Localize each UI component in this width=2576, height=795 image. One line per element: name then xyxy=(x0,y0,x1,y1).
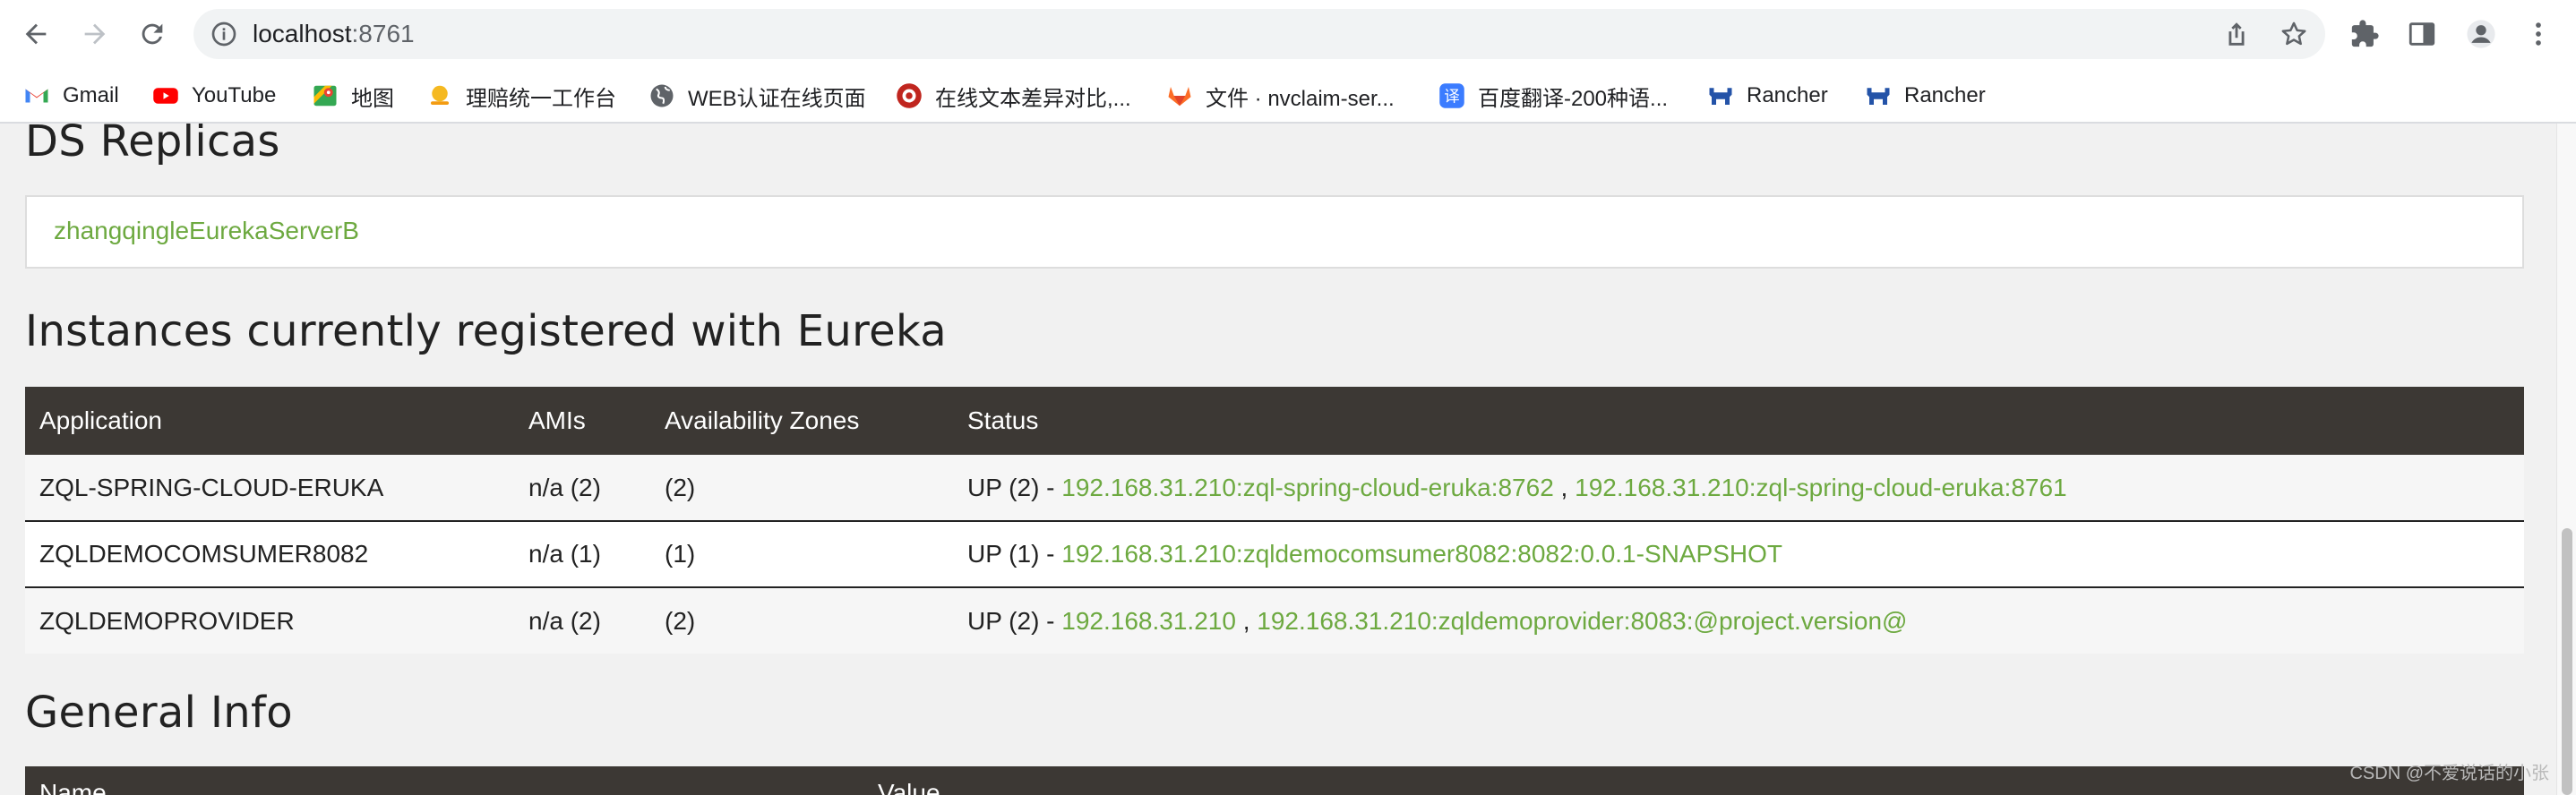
bookmark-rancher-1[interactable]: Rancher xyxy=(1707,75,1828,116)
ds-replicas-heading: DS Replicas xyxy=(25,124,280,167)
reload-icon xyxy=(142,23,163,45)
star-icon[interactable] xyxy=(2279,19,2309,49)
bookmark-text-diff[interactable]: 在线文本差异对比,... xyxy=(896,75,1131,116)
bookmark-workbench[interactable]: 理赔统一工作台 xyxy=(426,75,616,116)
amis-value: n/a (2) xyxy=(514,587,650,654)
diff-icon xyxy=(896,82,923,109)
status-cell: UP (2) - 192.168.31.210:zql-spring-cloud… xyxy=(953,455,2524,522)
side-panel-button[interactable] xyxy=(2399,11,2445,57)
app-name: ZQL-SPRING-CLOUD-ERUKA xyxy=(25,455,514,522)
scrollbar-thumb[interactable] xyxy=(2562,528,2572,795)
menu-button[interactable] xyxy=(2515,11,2562,57)
general-info-heading: General Info xyxy=(25,688,293,738)
bookmark-web-auth[interactable]: WEB认证在线页面 xyxy=(648,75,866,116)
amis-value: n/a (2) xyxy=(514,455,650,522)
general-info-table-header: Name Value xyxy=(25,766,2524,795)
bookmark-youtube[interactable]: YouTube xyxy=(152,75,276,116)
back-arrow-icon xyxy=(25,23,47,45)
bookmark-gitlab[interactable]: 文件 · nvclaim-ser... xyxy=(1166,75,1395,116)
instance-link[interactable]: 192.168.31.210:zqldemocomsumer8082:8082:… xyxy=(1061,540,1782,568)
address-bar[interactable]: localhost:8761 xyxy=(193,9,2325,59)
svg-text:译: 译 xyxy=(1444,88,1460,106)
reload-button[interactable] xyxy=(129,11,176,57)
page-scrollbar[interactable] xyxy=(2556,124,2576,795)
col-value: Value xyxy=(878,779,940,795)
col-zones: Availability Zones xyxy=(650,387,953,455)
forward-arrow-icon xyxy=(84,23,106,45)
gitlab-icon xyxy=(1166,82,1193,109)
side-panel-icon xyxy=(2409,22,2435,46)
forward-button[interactable] xyxy=(72,11,118,57)
profile-button[interactable] xyxy=(2458,11,2504,57)
bookmark-gmail[interactable]: Gmail xyxy=(23,75,119,116)
table-row: ZQL-SPRING-CLOUD-ERUKA n/a (2) (2) UP (2… xyxy=(25,455,2524,522)
gmail-icon xyxy=(23,82,50,109)
info-icon[interactable] xyxy=(210,20,238,48)
bookmark-rancher-2[interactable]: Rancher xyxy=(1865,75,1986,116)
col-amis: AMIs xyxy=(514,387,650,455)
csdn-watermark: CSDN @不爱说话的小张 xyxy=(2349,764,2549,783)
ds-replicas-panel: zhangqingleEurekaServerB xyxy=(25,195,2524,269)
replica-link[interactable]: zhangqingleEurekaServerB xyxy=(54,217,359,245)
instances-table: Application AMIs Availability Zones Stat… xyxy=(25,387,2524,654)
bookmarks-bar: Gmail YouTube 地图 理赔统一工作台 WEB认证在线页面 在线文本差… xyxy=(0,68,2576,124)
app-name: ZQLDEMOPROVIDER xyxy=(25,587,514,654)
instance-link[interactable]: 192.168.31.210:zql-spring-cloud-eruka:87… xyxy=(1061,474,1554,501)
browser-toolbar: localhost:8761 xyxy=(0,0,2576,68)
maps-icon xyxy=(312,82,339,109)
bookmark-maps[interactable]: 地图 xyxy=(312,75,394,116)
bookmark-baidu-translate[interactable]: 译 百度翻译-200种语... xyxy=(1438,75,1668,116)
app-name: ZQLDEMOCOMSUMER8082 xyxy=(25,521,514,588)
kebab-menu-icon xyxy=(2536,22,2541,46)
instance-link[interactable]: 192.168.31.210:zqldemoprovider:8083:@pro… xyxy=(1257,607,1907,635)
youtube-icon xyxy=(152,82,179,109)
rancher-icon xyxy=(1865,82,1892,109)
eureka-dashboard: DS Replicas zhangqingleEurekaServerB Ins… xyxy=(0,124,2556,795)
table-row: ZQLDEMOPROVIDER n/a (2) (2) UP (2) - 192… xyxy=(25,587,2524,654)
table-header-row: Application AMIs Availability Zones Stat… xyxy=(25,387,2524,455)
back-button[interactable] xyxy=(13,11,59,57)
avatar-icon xyxy=(2467,20,2495,48)
col-name: Name xyxy=(39,779,107,795)
status-cell: UP (2) - 192.168.31.210 , 192.168.31.210… xyxy=(953,587,2524,654)
amis-value: n/a (1) xyxy=(514,521,650,588)
col-status: Status xyxy=(953,387,2524,455)
zones-value: (2) xyxy=(650,587,953,654)
table-row: ZQLDEMOCOMSUMER8082 n/a (1) (1) UP (1) -… xyxy=(25,521,2524,588)
globe-icon xyxy=(648,82,675,109)
puzzle-icon xyxy=(2351,20,2379,47)
instances-heading: Instances currently registered with Eure… xyxy=(25,306,947,356)
status-cell: UP (1) - 192.168.31.210:zqldemocomsumer8… xyxy=(953,521,2524,588)
rancher-icon xyxy=(1707,82,1734,109)
zones-value: (2) xyxy=(650,455,953,522)
share-icon[interactable] xyxy=(2221,19,2252,49)
url-text[interactable]: localhost:8761 xyxy=(253,9,415,59)
col-application: Application xyxy=(25,387,514,455)
translate-icon: 译 xyxy=(1438,82,1465,109)
instance-link[interactable]: 192.168.31.210:zql-spring-cloud-eruka:87… xyxy=(1575,474,2067,501)
workbench-icon xyxy=(426,82,453,109)
zones-value: (1) xyxy=(650,521,953,588)
instance-link[interactable]: 192.168.31.210 xyxy=(1061,607,1236,635)
extensions-button[interactable] xyxy=(2341,11,2388,57)
